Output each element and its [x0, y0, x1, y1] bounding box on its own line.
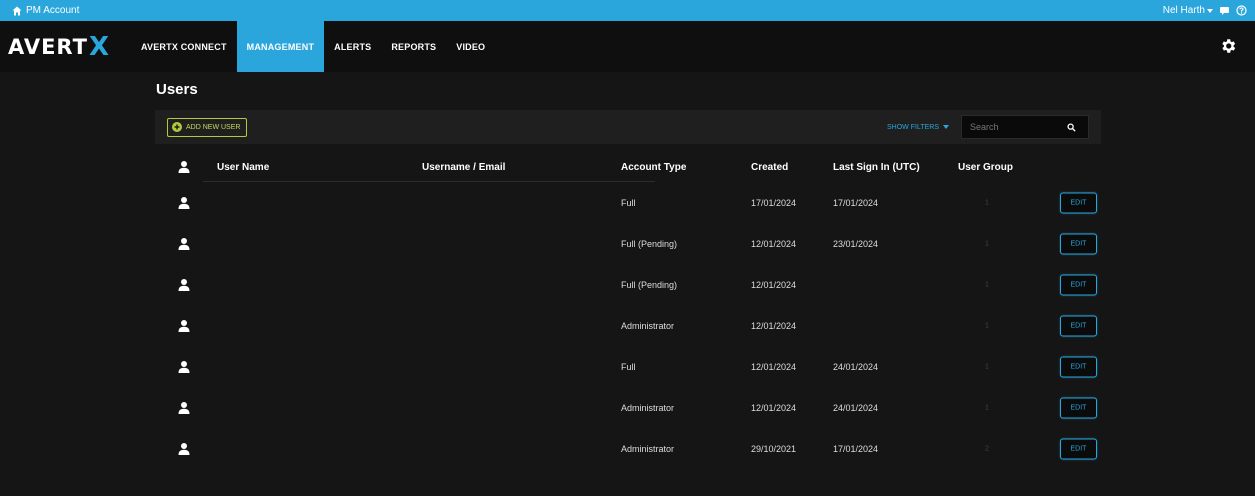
last-sign-in-cell: 24/01/2024	[833, 361, 879, 372]
help-icon[interactable]	[1236, 5, 1247, 16]
table-row[interactable]: Full (Pending) 12/01/2024 1 EDIT	[155, 264, 1101, 305]
tab-reports[interactable]: REPORTS	[381, 21, 446, 72]
last-sign-in-cell: 23/01/2024	[833, 238, 879, 249]
edit-button[interactable]: EDIT	[1060, 233, 1097, 254]
users-toolbar: ADD NEW USER SHOW FILTERS	[155, 110, 1101, 144]
user-group-cell: 1	[985, 199, 989, 206]
user-icon	[177, 319, 191, 333]
search-box	[961, 115, 1089, 139]
edit-button[interactable]: EDIT	[1060, 397, 1097, 418]
plus-icon	[172, 122, 182, 132]
account-type-cell: Full	[621, 197, 636, 208]
last-sign-in-cell: 17/01/2024	[833, 197, 879, 208]
header-email[interactable]: Username / Email	[422, 162, 505, 173]
user-group-cell: 1	[985, 281, 989, 288]
edit-button[interactable]: EDIT	[1060, 192, 1097, 213]
table-row[interactable]: Administrator 29/10/2021 17/01/2024 2 EDIT	[155, 428, 1101, 469]
tab-video[interactable]: VIDEO	[446, 21, 495, 72]
account-label: PM Account	[26, 5, 80, 16]
edit-button[interactable]: EDIT	[1060, 315, 1097, 336]
created-cell: 17/01/2024	[751, 197, 797, 208]
add-new-user-button[interactable]: ADD NEW USER	[167, 117, 248, 137]
user-group-cell: 1	[985, 363, 989, 370]
table-row[interactable]: Administrator 12/01/2024 1 EDIT	[155, 305, 1101, 346]
home-link[interactable]: PM Account	[0, 5, 79, 16]
user-icon	[177, 401, 191, 415]
header-user-group[interactable]: User Group	[958, 162, 1013, 173]
gear-icon[interactable]	[1219, 37, 1237, 55]
account-type-cell: Administrator	[621, 443, 675, 454]
edit-button[interactable]: EDIT	[1060, 356, 1097, 377]
user-group-cell: 2	[985, 445, 989, 452]
user-icon	[177, 360, 191, 374]
search-input[interactable]	[962, 122, 1067, 132]
table-row[interactable]: Full 12/01/2024 24/01/2024 1 EDIT	[155, 346, 1101, 387]
user-icon	[177, 160, 191, 174]
top-bar: PM Account Nel Harth	[0, 0, 1255, 21]
avertx-logo[interactable]: AVERT X	[0, 21, 120, 72]
page-title: Users	[156, 81, 198, 98]
table-header: User Name Username / Email Account Type …	[155, 152, 1101, 182]
user-menu[interactable]: Nel Harth	[1163, 5, 1213, 16]
tab-management[interactable]: MANAGEMENT	[236, 21, 325, 72]
user-icon	[177, 237, 191, 251]
user-group-cell: 1	[985, 322, 989, 329]
account-type-cell: Full	[621, 361, 636, 372]
user-icon	[177, 442, 191, 456]
account-type-cell: Full (Pending)	[621, 238, 678, 249]
user-group-cell: 1	[985, 404, 989, 411]
user-icon	[177, 278, 191, 292]
user-group-cell: 1	[985, 240, 989, 247]
account-type-cell: Full (Pending)	[621, 279, 678, 290]
account-type-cell: Administrator	[621, 320, 675, 331]
users-table: User Name Username / Email Account Type …	[155, 152, 1101, 469]
header-last-sign-in[interactable]: Last Sign In (UTC)	[833, 162, 920, 173]
user-icon	[177, 196, 191, 210]
add-new-user-label: ADD NEW USER	[186, 123, 241, 131]
search-icon[interactable]	[1067, 122, 1076, 132]
created-cell: 12/01/2024	[751, 320, 797, 331]
created-cell: 12/01/2024	[751, 238, 797, 249]
tab-avertx-connect[interactable]: AVERTX CONNECT	[131, 21, 237, 72]
table-row[interactable]: Full 17/01/2024 17/01/2024 1 EDIT	[155, 182, 1101, 223]
last-sign-in-cell: 17/01/2024	[833, 443, 879, 454]
edit-button[interactable]: EDIT	[1060, 438, 1097, 459]
logo-text: AVERT	[8, 34, 88, 59]
home-icon	[12, 6, 22, 15]
chat-icon[interactable]	[1219, 6, 1230, 15]
created-cell: 29/10/2021	[751, 443, 797, 454]
show-filters-label: SHOW FILTERS	[887, 123, 939, 131]
created-cell: 12/01/2024	[751, 279, 797, 290]
created-cell: 12/01/2024	[751, 402, 797, 413]
table-row[interactable]: Full (Pending) 12/01/2024 23/01/2024 1 EDIT	[155, 223, 1101, 264]
logo-x: X	[88, 31, 111, 62]
show-filters-toggle[interactable]: SHOW FILTERS	[887, 124, 949, 131]
edit-button[interactable]: EDIT	[1060, 274, 1097, 295]
account-type-cell: Administrator	[621, 402, 675, 413]
last-sign-in-cell: 24/01/2024	[833, 402, 879, 413]
chevron-down-icon	[943, 125, 949, 129]
header-account-type[interactable]: Account Type	[621, 162, 686, 173]
header-user-name[interactable]: User Name	[217, 162, 269, 173]
tab-alerts[interactable]: ALERTS	[324, 21, 381, 72]
table-row[interactable]: Administrator 12/01/2024 24/01/2024 1 EDIT	[155, 387, 1101, 428]
created-cell: 12/01/2024	[751, 361, 797, 372]
header-created[interactable]: Created	[751, 162, 788, 173]
chevron-down-icon	[1207, 8, 1213, 13]
main-nav: AVERT X AVERTX CONNECT MANAGEMENT ALERTS …	[0, 21, 1255, 72]
user-name: Nel Harth	[1162, 5, 1205, 16]
